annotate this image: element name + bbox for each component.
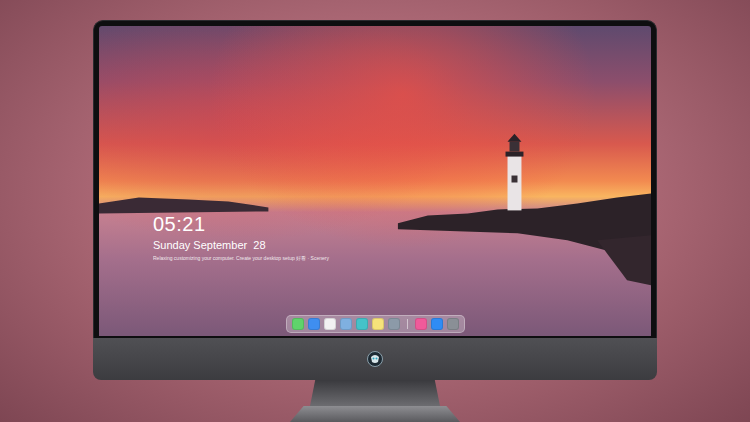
desktop-caption: Relaxing customizing your computer. Crea… bbox=[153, 255, 651, 262]
dock bbox=[286, 315, 465, 333]
app-icon[interactable] bbox=[308, 318, 320, 330]
app-icon[interactable] bbox=[356, 318, 368, 330]
monitor-chin bbox=[93, 338, 657, 380]
app-icon[interactable] bbox=[324, 318, 336, 330]
logo-icon bbox=[367, 351, 383, 367]
page: 05:21 Sunday September 28 Relaxing customi… bbox=[0, 0, 750, 422]
app-icon[interactable] bbox=[447, 318, 459, 330]
app-icon[interactable] bbox=[415, 318, 427, 330]
app-icon[interactable] bbox=[431, 318, 443, 330]
desktop-screen: 05:21 Sunday September 28 Relaxing customi… bbox=[99, 26, 651, 336]
app-icon[interactable] bbox=[388, 318, 400, 330]
monitor-stand bbox=[310, 380, 440, 406]
monitor-base bbox=[290, 406, 460, 422]
clock-time: 05:21 bbox=[153, 212, 651, 236]
monitor-bezel: 05:21 Sunday September 28 Relaxing customi… bbox=[93, 20, 657, 338]
clock-widget: 05:21 Sunday September 28 Relaxing customi… bbox=[153, 212, 651, 262]
clock-date: Sunday September 28 bbox=[153, 239, 651, 252]
dock-divider bbox=[407, 319, 408, 329]
app-icon[interactable] bbox=[372, 318, 384, 330]
app-icon[interactable] bbox=[340, 318, 352, 330]
app-icon[interactable] bbox=[292, 318, 304, 330]
wallpaper-photo-icon bbox=[99, 26, 651, 336]
dock-row bbox=[99, 315, 651, 333]
